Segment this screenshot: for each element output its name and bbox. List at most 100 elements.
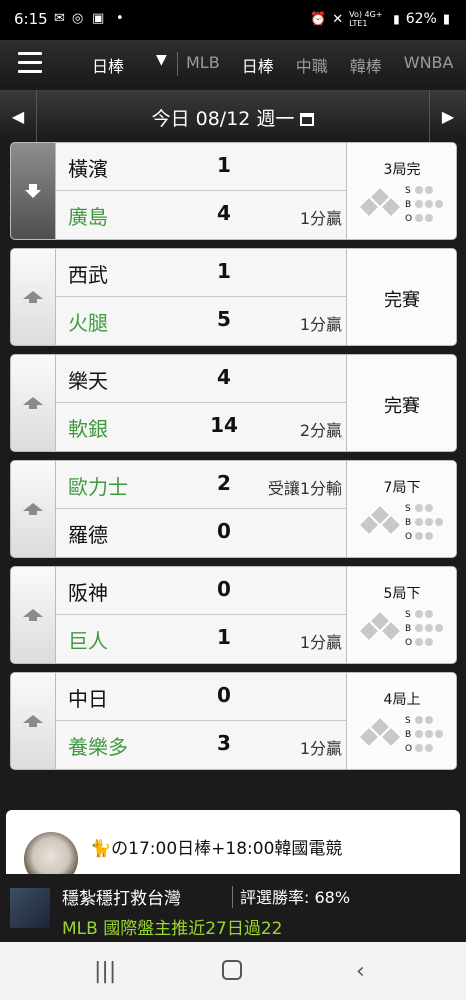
instagram-icon: ◎ [72,11,84,26]
away-team-name: 阪神 [68,581,108,605]
away-handicap-result: 受讓1分輸 [267,479,342,498]
tipster-name: 穩紮穩打救台灣 [62,889,181,909]
game-status: 4局上 [383,692,421,708]
sbo-count: S B O [405,608,445,650]
away-team-row: 歐力士 2 受讓1分輸 [56,461,346,509]
home-handicap-result: 2分贏 [299,421,342,440]
sbo-label: B [405,624,412,634]
mute-icon: ✕ [332,11,344,27]
count-dot [425,610,433,618]
away-team-name: 歐力士 [68,475,128,499]
sbo-label: O [405,214,413,224]
dot-icon: • [116,11,124,26]
home-team-name: 養樂多 [68,735,128,759]
game-card[interactable]: 西武 1 火腿 5 1分贏 完賽 [10,248,457,346]
away-team-row: 樂天 4 [56,355,346,403]
recent-apps-icon[interactable]: ||| [94,959,116,984]
home-handicap-result: 1分贏 [299,209,342,228]
calendar-icon[interactable] [300,113,315,126]
sbo-label: O [405,638,413,648]
home-handicap-result: 1分贏 [299,739,342,758]
collapse-toggle[interactable] [11,143,56,239]
promo-card[interactable]: 🐈の17:00日棒+18:00韓國電競 [6,810,460,880]
avatar[interactable] [24,832,78,880]
game-state-panel: 完賽 [346,355,456,451]
battery-icon: ▮ [442,11,450,27]
bases-diamond-icon [357,609,403,643]
tipster-thumbnail[interactable] [10,888,50,928]
next-day-button[interactable]: ▶ [429,90,466,142]
back-icon[interactable]: ‹ [356,959,365,984]
expand-toggle[interactable] [11,355,56,451]
expand-toggle[interactable] [11,461,56,557]
game-card[interactable]: 橫濱 1 廣島 4 1分贏 3局完 S B O [10,142,457,240]
home-score: 5 [217,307,231,331]
game-status: 完賽 [384,396,420,417]
arrow-up-icon [22,290,44,304]
count-dot [425,716,433,724]
count-dot [415,638,423,646]
date-label[interactable]: 今日 08/12 週一 [0,104,466,131]
sbo-count: S B O [405,502,445,544]
count-dot [415,532,423,540]
away-team-row: 中日 0 [56,673,346,721]
ticker-headline[interactable]: MLB 國際盤主推近27日過22 [62,914,282,939]
dropdown-caret-icon[interactable]: ▼ [156,52,167,68]
count-dot [415,200,423,208]
count-dot [425,518,433,526]
right-arrow-icon: ▶ [441,106,455,126]
league-select[interactable]: 日棒 [92,53,124,77]
count-dot [435,518,443,526]
count-dot [435,730,443,738]
away-team-name: 樂天 [68,369,108,393]
home-score: 14 [210,413,238,437]
sbo-label: S [405,504,411,514]
home-score: 4 [217,201,231,225]
arrow-up-icon [22,608,44,622]
alarm-icon: ⏰ [310,11,327,27]
tab-npb[interactable]: 日棒 [242,53,274,77]
date-text: 今日 08/12 週一 [151,108,295,130]
arrow-up-icon [22,502,44,516]
game-status: 5局下 [383,586,421,602]
sbo-label: S [405,186,411,196]
away-team-name: 中日 [68,687,108,711]
home-handicap-result: 1分贏 [299,633,342,652]
expand-toggle[interactable] [11,567,56,663]
sbo-count: S B O [405,184,445,226]
count-dot [425,624,433,632]
game-card[interactable]: 樂天 4 軟銀 14 2分贏 完賽 [10,354,457,452]
expand-toggle[interactable] [11,249,56,345]
sbo-label: O [405,532,413,542]
network-label: Vo) 4G+ LTE1 [349,10,383,28]
tab-mlb[interactable]: MLB [186,53,220,77]
count-dot [435,624,443,632]
signal-icon: ▮ [393,12,400,26]
game-card[interactable]: 阪神 0 巨人 1 1分贏 5局下 S B O [10,566,457,664]
game-status: 完賽 [384,290,420,311]
count-dot [415,610,423,618]
tab-cpbl[interactable]: 中職 [296,53,328,77]
away-score: 0 [217,577,231,601]
ticker-banner[interactable]: 穩紮穩打救台灣 評選勝率: 68% MLB 國際盤主推近27日過22 [0,874,466,942]
home-team-row: 軟銀 14 2分贏 [56,403,346,450]
count-dot [415,716,423,724]
count-dot [435,200,443,208]
home-team-name: 廣島 [68,205,108,229]
menu-icon[interactable] [18,52,42,74]
game-card[interactable]: 中日 0 養樂多 3 1分贏 4局上 S B O [10,672,457,770]
cat-emoji-icon: 🐈 [90,839,112,859]
expand-toggle[interactable] [11,673,56,769]
nav-divider [177,52,178,76]
tab-wnba[interactable]: WNBA [404,53,454,77]
home-team-name: 火腿 [68,311,108,335]
game-card[interactable]: 歐力士 2 受讓1分輸 羅德 0 7局下 S B O [10,460,457,558]
arrow-up-icon [22,396,44,410]
game-state-panel: 3局完 S B O [346,143,456,239]
sbo-label: S [405,716,411,726]
tab-kbo[interactable]: 韓棒 [350,53,382,77]
home-team-row: 養樂多 3 1分贏 [56,721,346,768]
home-icon[interactable] [222,960,242,980]
system-nav-bar: ||| ‹ [0,942,466,1000]
home-team-name: 軟銀 [68,417,108,441]
